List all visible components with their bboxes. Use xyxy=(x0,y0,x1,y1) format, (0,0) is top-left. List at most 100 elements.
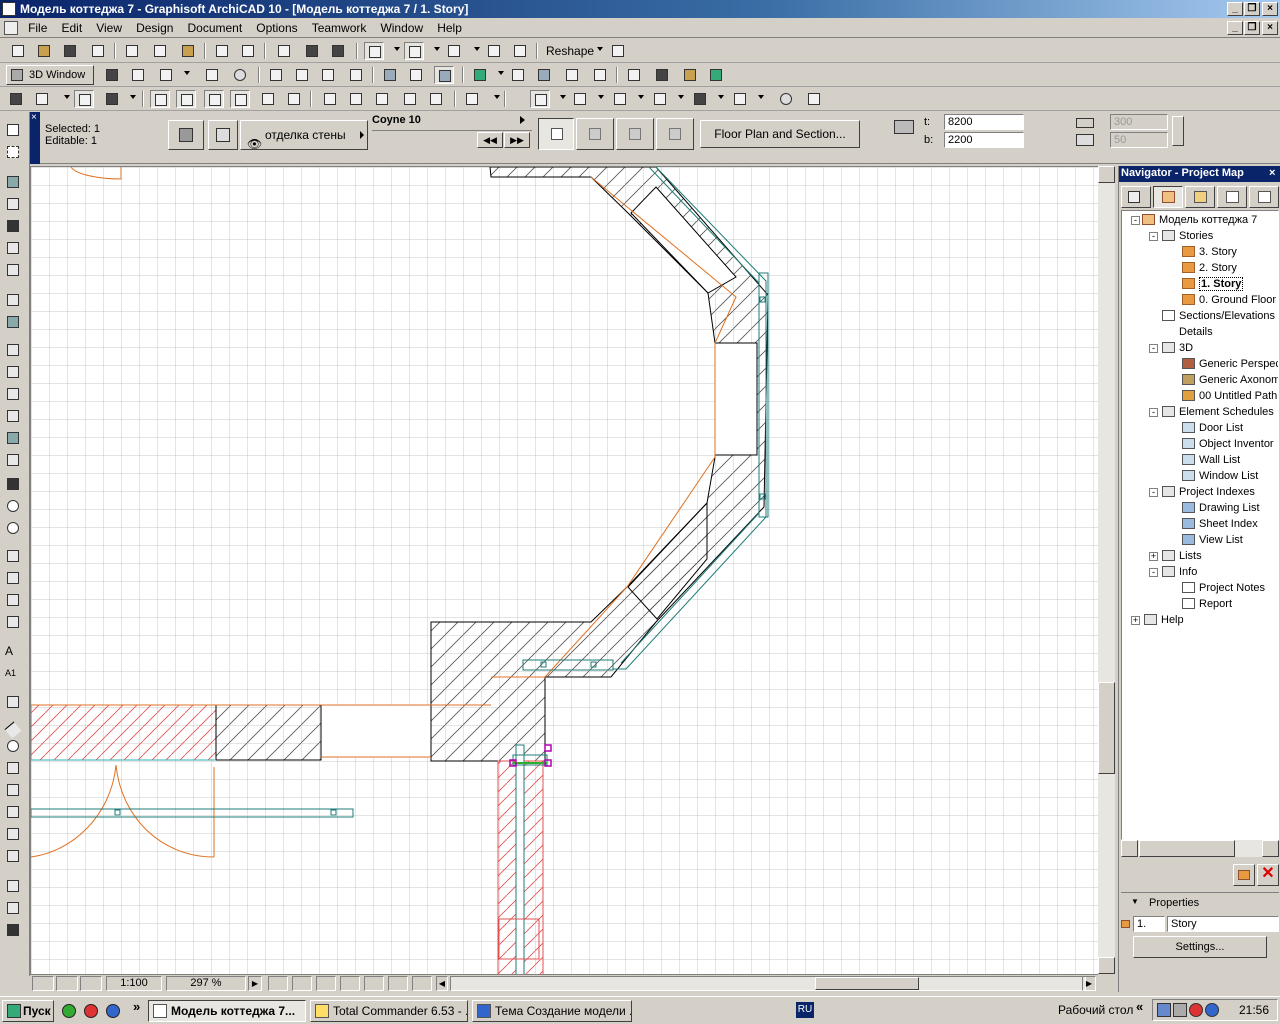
root-collapse[interactable]: - xyxy=(1131,216,1140,225)
view-copy-icon[interactable] xyxy=(406,66,426,84)
quicklaunch-more[interactable]: » xyxy=(133,999,140,1014)
pick-up-icon[interactable] xyxy=(302,42,322,60)
star-snap-icon[interactable] xyxy=(284,90,304,108)
hand-icon[interactable] xyxy=(340,976,360,991)
reshape-label[interactable]: Reshape xyxy=(546,44,594,58)
geometry-method-3[interactable] xyxy=(616,118,654,150)
sublabel-arrow-icon[interactable] xyxy=(520,116,525,124)
lamp-tool-icon[interactable] xyxy=(5,476,21,492)
line-snap-icon[interactable] xyxy=(258,90,278,108)
globe-icon[interactable] xyxy=(776,90,796,108)
menu-options[interactable]: Options xyxy=(251,18,303,35)
photo-icon[interactable] xyxy=(652,66,672,84)
nodes-dropdown[interactable] xyxy=(64,95,70,99)
tree-3d-path[interactable]: 00 Untitled Path xyxy=(1182,388,1277,404)
open-icon[interactable] xyxy=(34,42,54,60)
label-tool-icon[interactable]: A1 xyxy=(5,668,16,678)
snap-dropdown[interactable] xyxy=(474,47,480,51)
menu-window[interactable]: Window xyxy=(375,18,429,35)
properties-toggle-icon[interactable]: ▼ xyxy=(1131,897,1139,906)
drawing-tool-icon[interactable] xyxy=(5,848,21,864)
floor-plan-section-button[interactable]: Floor Plan and Section... xyxy=(700,120,860,148)
frame-dropdown[interactable] xyxy=(758,95,764,99)
angle-icon[interactable] xyxy=(230,90,250,108)
stair-icon[interactable] xyxy=(650,90,670,108)
reshape-tool-icon[interactable] xyxy=(608,42,628,60)
element-type-button[interactable] xyxy=(168,120,204,150)
object-tool-icon[interactable] xyxy=(5,452,21,468)
pen-set-button[interactable] xyxy=(208,120,238,150)
redo-icon[interactable] xyxy=(238,42,258,60)
schedules-collapse[interactable]: - xyxy=(1149,408,1158,417)
delete-button[interactable]: ✕ xyxy=(1257,864,1279,886)
height-field[interactable]: 50 xyxy=(1110,132,1168,148)
walker-icon[interactable] xyxy=(804,90,824,108)
tree-stories[interactable]: Stories xyxy=(1162,228,1213,244)
slash-icon[interactable] xyxy=(320,90,340,108)
menu-view[interactable]: View xyxy=(91,18,128,35)
tree-wall-list[interactable]: Wall List xyxy=(1182,452,1240,468)
figure-tool-icon[interactable] xyxy=(5,826,21,842)
new-icon[interactable] xyxy=(8,42,28,60)
3d-window-button[interactable]: 3D Window xyxy=(6,65,94,85)
fill-tool-icon[interactable] xyxy=(5,694,21,710)
grid-snap-icon[interactable] xyxy=(364,42,384,60)
radial-dim-tool-icon[interactable] xyxy=(5,570,21,586)
close-button[interactable]: × xyxy=(1262,2,1278,16)
zone-tool-icon[interactable] xyxy=(5,430,21,446)
view3d-icon[interactable] xyxy=(570,90,590,108)
story-name-field[interactable]: Story xyxy=(1167,916,1279,932)
menu-file[interactable]: File xyxy=(23,18,53,35)
tree-story-3[interactable]: 3. Story xyxy=(1182,244,1237,260)
publish-icon[interactable] xyxy=(470,66,490,84)
menu-design[interactable]: Design xyxy=(131,18,179,35)
wall-tool-icon[interactable] xyxy=(5,174,21,190)
tree-door-list[interactable]: Door List xyxy=(1182,420,1243,436)
people-icon[interactable] xyxy=(346,66,366,84)
maximize-button[interactable]: ❐ xyxy=(1244,2,1260,16)
quicklaunch-3-icon[interactable] xyxy=(106,1004,120,1018)
level-dim-tool-icon[interactable] xyxy=(5,592,21,608)
start-button[interactable]: Пуск xyxy=(2,1000,54,1022)
layout-book-tab[interactable] xyxy=(1217,186,1247,208)
navigator-hscroll[interactable] xyxy=(1121,840,1279,857)
section-tool-icon[interactable] xyxy=(5,878,21,894)
view-map-tab[interactable] xyxy=(1185,186,1215,208)
tree-story-0[interactable]: 0. Ground Floor xyxy=(1182,292,1276,308)
render-icon[interactable] xyxy=(680,66,700,84)
camera-tool-icon[interactable] xyxy=(5,922,21,938)
pen-icon[interactable] xyxy=(102,90,122,108)
3d-box-icon[interactable] xyxy=(102,66,122,84)
cross-icon[interactable] xyxy=(510,42,530,60)
t-field[interactable]: 8200 xyxy=(944,114,1024,130)
angle2-icon[interactable] xyxy=(372,90,392,108)
nav-scroll-thumb[interactable] xyxy=(1139,840,1235,857)
prev-zoom-icon[interactable] xyxy=(388,976,408,991)
print-icon[interactable] xyxy=(88,42,108,60)
doc-minimize-button[interactable]: _ xyxy=(1227,21,1243,35)
menu-help[interactable]: Help xyxy=(432,18,468,35)
view3d-dropdown[interactable] xyxy=(598,95,604,99)
canvas-vertical-scrollbar[interactable] xyxy=(1098,166,1115,974)
3d-dropdown[interactable] xyxy=(184,71,190,75)
layout-book-icon[interactable] xyxy=(590,66,610,84)
table-dropdown[interactable] xyxy=(718,95,724,99)
quicklaunch-2-icon[interactable] xyxy=(84,1004,98,1018)
dimension-icon[interactable] xyxy=(484,42,504,60)
tree-lists[interactable]: Lists xyxy=(1162,548,1202,564)
tray-3-icon[interactable] xyxy=(1189,1003,1203,1017)
slab-tool-icon[interactable] xyxy=(5,292,21,308)
link-chain-button[interactable] xyxy=(1172,116,1184,146)
cut-icon[interactable] xyxy=(122,42,142,60)
fit-icon[interactable] xyxy=(364,976,384,991)
info-box-close-icon[interactable]: × xyxy=(31,112,37,123)
project-map-tab[interactable] xyxy=(1153,186,1183,208)
publisher-tab[interactable] xyxy=(1249,186,1279,208)
zoom-plus-icon[interactable] xyxy=(292,976,312,991)
table-icon[interactable] xyxy=(690,90,710,108)
layers-icon[interactable] xyxy=(426,90,446,108)
desktop-more[interactable]: « xyxy=(1136,999,1143,1014)
pan-icon[interactable] xyxy=(80,976,102,991)
tree-3d-perspective[interactable]: Generic Perspec xyxy=(1182,356,1278,372)
plan-icon[interactable] xyxy=(530,90,550,108)
